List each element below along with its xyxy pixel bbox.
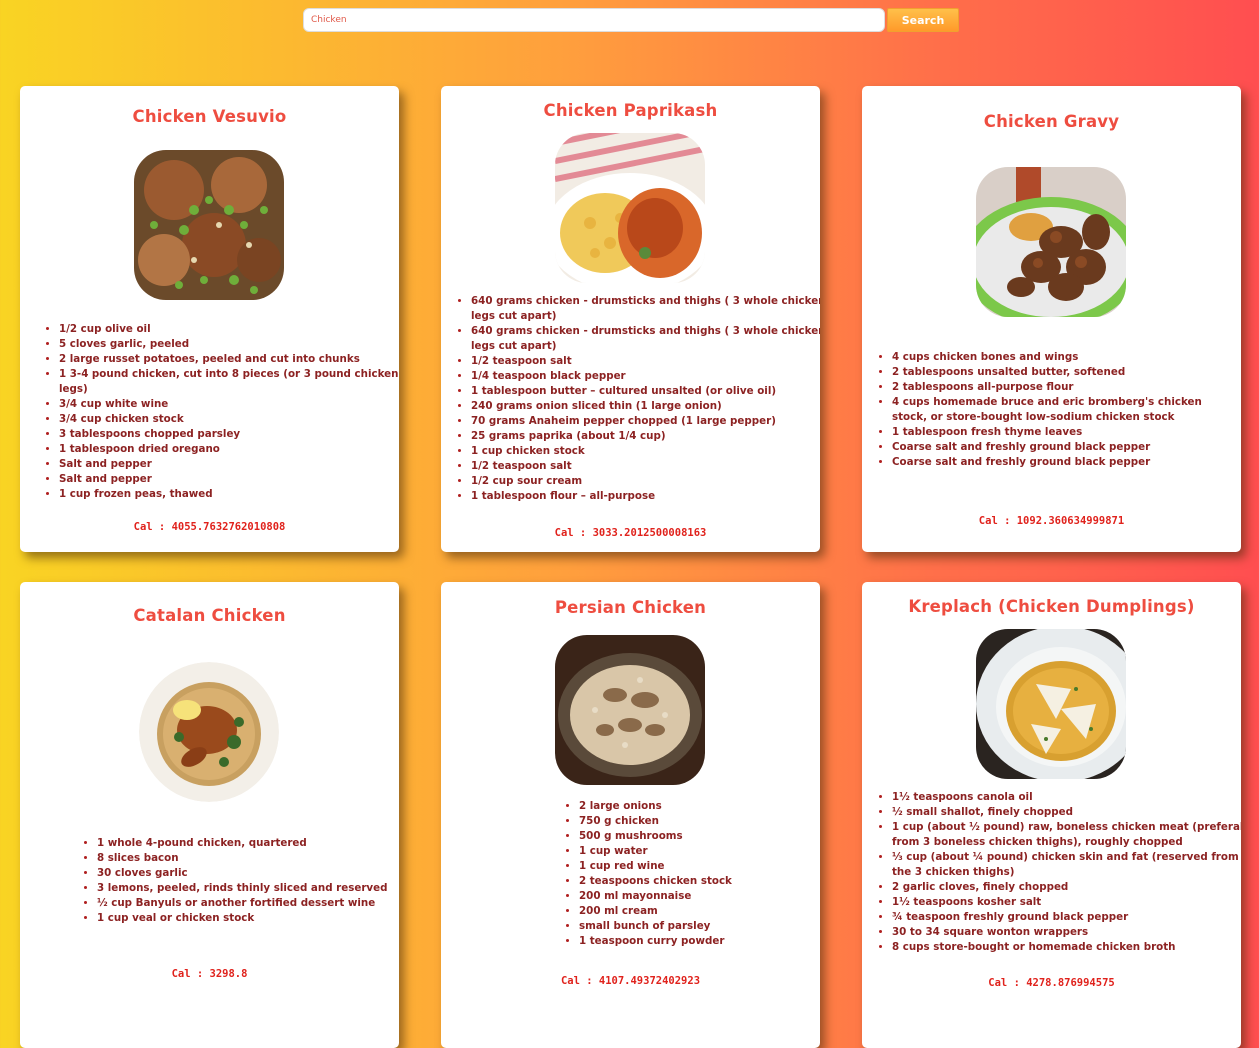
- recipe-card: Persian Chicken 2 large onions 750 g chi…: [441, 582, 820, 1048]
- ingredient-item: 1 tablespoon butter – cultured unsalted …: [471, 384, 820, 399]
- ingredient-item: 1 cup chicken stock: [471, 444, 820, 459]
- ingredient-item: 5 cloves garlic, peeled: [59, 337, 399, 352]
- ingredient-list: 1½ teaspoons canola oil ½ small shallot,…: [875, 790, 1241, 955]
- ingredient-item: 4 cups chicken bones and wings: [892, 350, 1237, 365]
- ingredient-list: 640 grams chicken - drumsticks and thigh…: [454, 294, 820, 504]
- ingredient-item: 30 to 34 square wonton wrappers: [892, 925, 1241, 940]
- calorie-count: Cal : 4107.49372402923: [560, 975, 701, 987]
- ingredient-item: 1 cup water: [579, 844, 820, 859]
- search-button[interactable]: Search: [887, 8, 959, 32]
- ingredient-item: 3/4 cup chicken stock: [59, 412, 399, 427]
- ingredient-item: 2 garlic cloves, finely chopped: [892, 880, 1241, 895]
- persian-chicken-photo: [555, 635, 705, 785]
- ingredient-item: 3 tablespoons chopped parsley: [59, 427, 399, 442]
- ingredient-item: 30 cloves garlic: [97, 866, 399, 881]
- ingredient-list: 1 whole 4-pound chicken, quartered 8 sli…: [80, 836, 399, 926]
- ingredient-item: 2 large russet potatoes, peeled and cut …: [59, 352, 399, 367]
- recipe-card: Chicken Gravy 4 cups chicken bones and w…: [862, 86, 1241, 552]
- ingredient-item: 3 lemons, peeled, rinds thinly sliced an…: [97, 881, 399, 896]
- recipe-title: Persian Chicken: [554, 598, 707, 617]
- ingredient-item: 2 tablespoons all-purpose flour: [892, 380, 1237, 395]
- calorie-count: Cal : 3298.8: [171, 968, 248, 980]
- ingredient-item: 1 tablespoon flour – all-purpose: [471, 489, 820, 504]
- chicken-paprikash-photo: [555, 133, 705, 283]
- ingredient-item: Salt and pepper: [59, 472, 399, 487]
- ingredient-item: 1/2 teaspoon salt: [471, 354, 820, 369]
- ingredient-item: 3/4 cup white wine: [59, 397, 399, 412]
- ingredient-list: 1/2 cup olive oil 5 cloves garlic, peele…: [42, 322, 399, 502]
- ingredient-item: 8 cups store-bought or homemade chicken …: [892, 940, 1241, 955]
- recipe-card: Chicken Vesuvio 1/2 cup olive oil 5 clov…: [20, 86, 399, 552]
- ingredient-item: 1½ teaspoons kosher salt: [892, 895, 1241, 910]
- ingredient-item: 500 g mushrooms: [579, 829, 820, 844]
- search-input[interactable]: [303, 8, 885, 32]
- search-bar: Search: [303, 8, 959, 33]
- ingredient-item: ½ small shallot, finely chopped: [892, 805, 1241, 820]
- ingredient-item: 640 grams chicken - drumsticks and thigh…: [471, 294, 820, 324]
- ingredient-item: 1/2 teaspoon salt: [471, 459, 820, 474]
- ingredient-item: 1 cup red wine: [579, 859, 820, 874]
- ingredient-item: 1 whole 4-pound chicken, quartered: [97, 836, 399, 851]
- recipe-title: Kreplach (Chicken Dumplings): [908, 597, 1195, 616]
- ingredient-item: 2 teaspoons chicken stock: [579, 874, 820, 889]
- ingredient-item: small bunch of parsley: [579, 919, 820, 934]
- chicken-vesuvio-photo: [134, 150, 284, 300]
- ingredient-item: 1 3-4 pound chicken, cut into 8 pieces (…: [59, 367, 399, 397]
- ingredient-item: 1 teaspoon curry powder: [579, 934, 820, 949]
- ingredient-item: 1½ teaspoons canola oil: [892, 790, 1241, 805]
- recipe-title: Catalan Chicken: [133, 606, 286, 625]
- ingredient-item: 1 cup frozen peas, thawed: [59, 487, 399, 502]
- ingredient-item: 70 grams Anaheim pepper chopped (1 large…: [471, 414, 820, 429]
- ingredient-item: 2 large onions: [579, 799, 820, 814]
- ingredient-item: 1 cup (about ½ pound) raw, boneless chic…: [892, 820, 1241, 850]
- recipe-card: Kreplach (Chicken Dumplings) 1½ teaspoon…: [862, 582, 1241, 1048]
- ingredient-item: ⅓ cup (about ¼ pound) chicken skin and f…: [892, 850, 1241, 880]
- recipe-title: Chicken Paprikash: [543, 101, 718, 120]
- ingredient-item: Coarse salt and freshly ground black pep…: [892, 455, 1237, 470]
- recipe-card: Chicken Paprikash 640 grams chicken - dr…: [441, 86, 820, 552]
- ingredient-item: 1/4 teaspoon black pepper: [471, 369, 820, 384]
- recipe-title: Chicken Gravy: [983, 112, 1120, 131]
- ingredient-item: 750 g chicken: [579, 814, 820, 829]
- ingredient-item: 200 ml mayonnaise: [579, 889, 820, 904]
- recipe-card: Catalan Chicken 1 whole 4-pound chicken,…: [20, 582, 399, 1048]
- ingredient-list: 4 cups chicken bones and wings 2 tablesp…: [875, 350, 1237, 470]
- recipe-title: Chicken Vesuvio: [132, 107, 287, 126]
- ingredient-item: 1 tablespoon fresh thyme leaves: [892, 425, 1237, 440]
- ingredient-item: 1 tablespoon dried oregano: [59, 442, 399, 457]
- ingredient-item: 240 grams onion sliced thin (1 large oni…: [471, 399, 820, 414]
- calorie-count: Cal : 3033.2012500008163: [554, 527, 707, 539]
- calorie-count: Cal : 1092.360634999871: [978, 515, 1125, 527]
- ingredient-item: Salt and pepper: [59, 457, 399, 472]
- ingredient-item: 1 cup veal or chicken stock: [97, 911, 399, 926]
- chicken-gravy-photo: [976, 167, 1126, 317]
- ingredient-item: 4 cups homemade bruce and eric bromberg'…: [892, 395, 1237, 425]
- ingredient-item: 200 ml cream: [579, 904, 820, 919]
- ingredient-item: 25 grams paprika (about 1/4 cup): [471, 429, 820, 444]
- calorie-count: Cal : 4278.876994575: [988, 977, 1115, 989]
- ingredient-item: Coarse salt and freshly ground black pep…: [892, 440, 1237, 455]
- ingredient-item: 8 slices bacon: [97, 851, 399, 866]
- ingredient-item: 640 grams chicken - drumsticks and thigh…: [471, 324, 820, 354]
- ingredient-item: 1/2 cup sour cream: [471, 474, 820, 489]
- ingredient-item: 1/2 cup olive oil: [59, 322, 399, 337]
- ingredient-item: ¾ teaspoon freshly ground black pepper: [892, 910, 1241, 925]
- kreplach-photo: [976, 629, 1126, 779]
- catalan-chicken-photo: [139, 662, 279, 802]
- ingredient-item: ½ cup Banyuls or another fortified desse…: [97, 896, 399, 911]
- ingredient-list: 2 large onions 750 g chicken 500 g mushr…: [562, 799, 820, 949]
- calorie-count: Cal : 4055.7632762010808: [133, 521, 286, 533]
- ingredient-item: 2 tablespoons unsalted butter, softened: [892, 365, 1237, 380]
